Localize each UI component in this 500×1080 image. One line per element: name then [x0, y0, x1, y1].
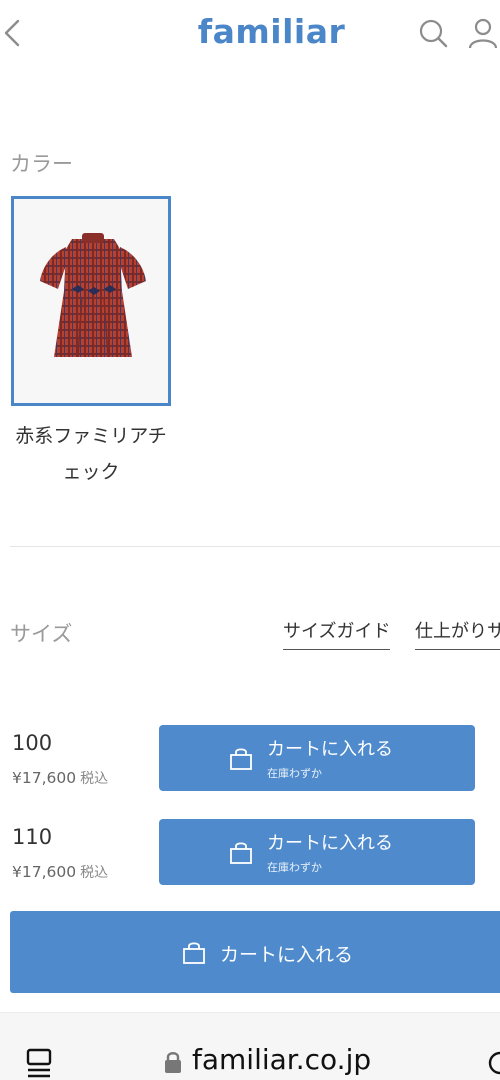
price-amount: ¥17,600: [12, 769, 77, 787]
lock-icon: [163, 1050, 183, 1078]
color-swatch-red-check[interactable]: [11, 196, 171, 406]
dress-thumbnail: [40, 233, 146, 358]
stock-status: 在庫わずか: [267, 767, 322, 780]
cart-button-label: カートに入れる: [267, 833, 393, 854]
main-cart-label: カートに入れる: [220, 944, 354, 966]
add-to-cart-button-100[interactable]: カートに入れる 在庫わずか: [159, 725, 475, 791]
shopping-bag-icon: [183, 942, 205, 964]
reload-icon[interactable]: [486, 1050, 500, 1080]
shopping-bag-icon: [230, 748, 252, 770]
color-section-label: カラー: [10, 152, 73, 176]
color-swatch-name: 赤系ファミリアチェック: [15, 425, 167, 483]
stock-status: 在庫わずか: [267, 861, 322, 874]
size-value-110: 110: [12, 825, 53, 849]
price-100: ¥17,600 税込: [12, 768, 108, 788]
tax-label: 税込: [80, 865, 109, 881]
size-value-100: 100: [12, 731, 53, 755]
cart-button-label: カートに入れる: [267, 739, 393, 760]
search-icon[interactable]: [416, 16, 450, 50]
add-to-cart-button-110[interactable]: カートに入れる 在庫わずか: [159, 819, 475, 885]
section-divider: [10, 546, 500, 547]
tabs-icon[interactable]: [24, 1046, 54, 1080]
header: familiar: [0, 0, 500, 70]
main-add-to-cart-button[interactable]: カートに入れる: [10, 911, 500, 993]
finish-size-link[interactable]: 仕上がりサ: [415, 617, 500, 650]
size-guide-link[interactable]: サイズガイド: [283, 617, 391, 650]
size-section-label: サイズ: [10, 622, 73, 646]
tax-label: 税込: [80, 771, 109, 787]
price-amount: ¥17,600: [12, 863, 77, 881]
shopping-bag-icon: [230, 842, 252, 864]
user-icon[interactable]: [466, 16, 500, 50]
price-110: ¥17,600 税込: [12, 862, 108, 882]
url-bar-text[interactable]: familiar.co.jp: [192, 1043, 371, 1076]
